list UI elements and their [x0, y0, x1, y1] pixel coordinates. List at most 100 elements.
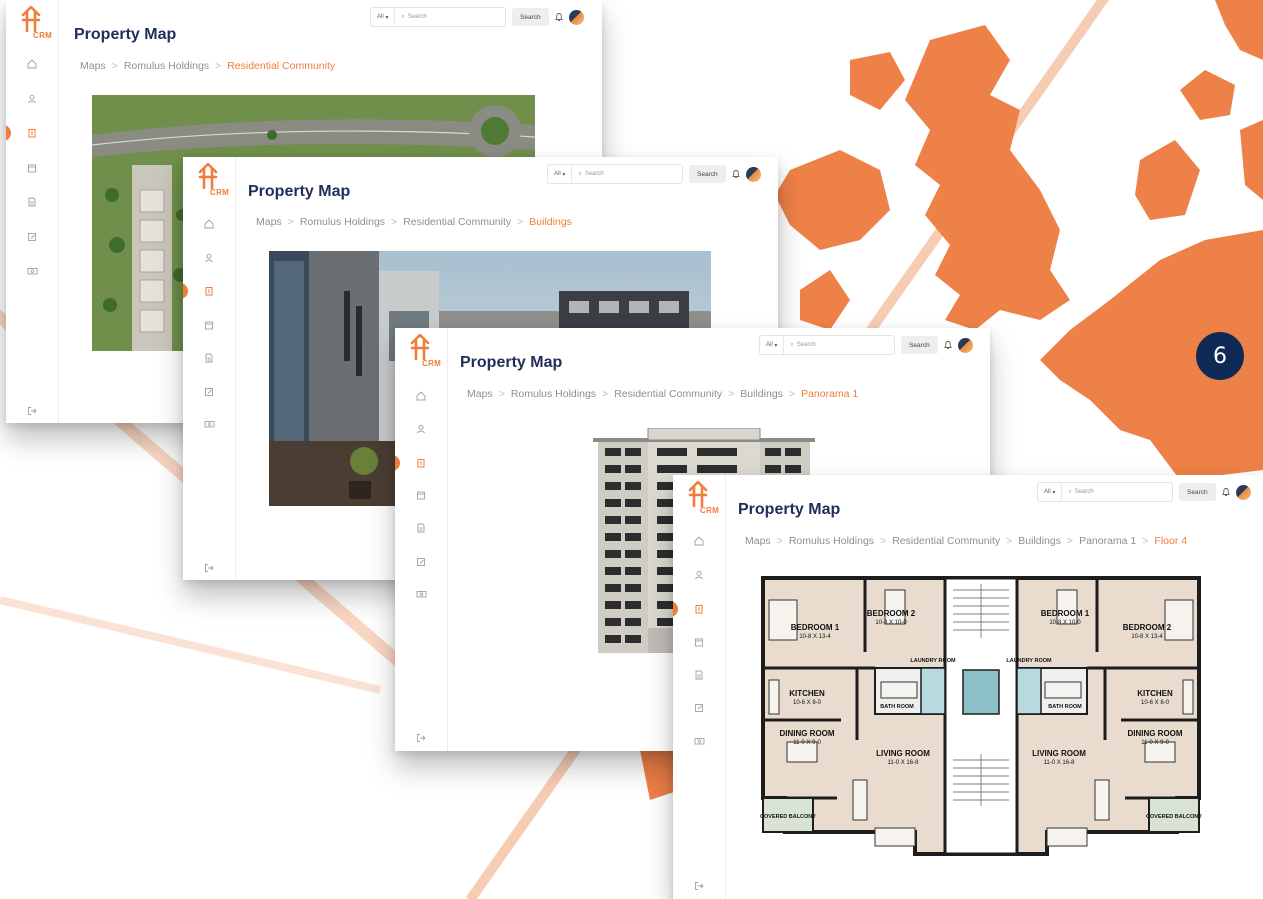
logout-icon[interactable]	[6, 402, 58, 420]
home-icon[interactable]	[673, 532, 725, 550]
page-title: Property Map	[74, 26, 177, 43]
calendar-icon[interactable]	[395, 486, 447, 504]
room-size: 10-8 X 13-4	[1131, 634, 1163, 640]
breadcrumb-item[interactable]: Residential Community	[403, 216, 511, 228]
logout-icon[interactable]	[395, 729, 447, 747]
page-title: Property Map	[460, 354, 563, 371]
building-icon[interactable]	[6, 124, 58, 142]
breadcrumb-item[interactable]: Romulus Holdings	[300, 216, 385, 228]
breadcrumb-item[interactable]: Maps	[80, 60, 106, 72]
sidebar: CRM	[183, 157, 236, 580]
logo-icon	[21, 6, 41, 32]
edit-icon[interactable]	[673, 699, 725, 717]
money-icon[interactable]	[183, 415, 235, 433]
room-label: LAUNDRY ROOM	[1006, 658, 1052, 664]
document-icon[interactable]	[673, 666, 725, 684]
filter-dropdown[interactable]: All ▾	[760, 336, 785, 354]
users-icon[interactable]	[6, 90, 58, 108]
search-button[interactable]: Search	[901, 336, 938, 354]
window-floor-plan: CRM Property Map Maps > Romulus Holdings > R…	[673, 475, 1263, 899]
logout-icon[interactable]	[183, 559, 235, 577]
home-icon[interactable]	[395, 387, 447, 405]
room-label: DINING ROOM	[779, 729, 834, 738]
search-field[interactable]: All ▾ ⌕ Search	[370, 7, 506, 27]
breadcrumb-item[interactable]: Romulus Holdings	[789, 535, 874, 547]
search-button[interactable]: Search	[512, 8, 549, 26]
logo-icon	[688, 481, 708, 507]
breadcrumb-item[interactable]: Maps	[745, 535, 771, 547]
home-icon[interactable]	[183, 215, 235, 233]
search-button[interactable]: Search	[689, 165, 726, 183]
calendar-icon[interactable]	[673, 633, 725, 651]
calendar-icon[interactable]	[183, 316, 235, 334]
breadcrumb-item[interactable]: Panorama 1	[1079, 535, 1136, 547]
users-icon[interactable]	[673, 566, 725, 584]
breadcrumb-current: Residential Community	[227, 60, 336, 72]
breadcrumb-item[interactable]: Maps	[467, 388, 493, 400]
building-icon[interactable]	[395, 454, 447, 472]
breadcrumb: Maps > Romulus Holdings > Residential Commun…	[745, 535, 1188, 547]
room-label: BATH ROOM	[880, 704, 914, 710]
floor-plan-image[interactable]: BEDROOM 1 BEDROOM 2 BEDROOM 1 BEDROOM 2 …	[757, 570, 1205, 858]
home-icon[interactable]	[6, 55, 58, 73]
room-size: 10-8 X 13-4	[799, 634, 831, 640]
filter-dropdown[interactable]: All ▾	[548, 165, 573, 183]
money-icon[interactable]	[6, 262, 58, 280]
room-size: 10-6 X 8-0	[793, 700, 822, 706]
search-field[interactable]: All ▾ ⌕ Search	[547, 164, 683, 184]
breadcrumb-item[interactable]: Residential Community	[614, 388, 722, 400]
logo-icon	[198, 163, 218, 189]
users-icon[interactable]	[183, 249, 235, 267]
logout-icon[interactable]	[673, 877, 725, 895]
calendar-icon[interactable]	[6, 159, 58, 177]
room-size: 11-0 X 9-0	[1141, 740, 1169, 746]
notification-bell-icon[interactable]	[1221, 487, 1230, 497]
breadcrumb-item[interactable]: Maps	[256, 216, 282, 228]
page-title: Property Map	[248, 183, 351, 200]
room-label: COVERED BALCONY	[1146, 814, 1202, 820]
room-label: BEDROOM 1	[1041, 609, 1090, 618]
search-field[interactable]: All ▾ ⌕ Search	[759, 335, 895, 355]
user-avatar[interactable]	[957, 337, 973, 353]
room-label: LAUNDRY ROOM	[910, 658, 956, 664]
users-icon[interactable]	[395, 420, 447, 438]
breadcrumb: Maps > Romulus Holdings > Residential Commun…	[467, 388, 859, 400]
user-avatar[interactable]	[1235, 484, 1251, 500]
room-label: BEDROOM 1	[791, 623, 840, 632]
breadcrumb: Maps > Romulus Holdings > Residential Commun…	[256, 216, 572, 228]
breadcrumb-item[interactable]: Buildings	[740, 388, 783, 400]
breadcrumb-item[interactable]: Romulus Holdings	[124, 60, 209, 72]
search-button[interactable]: Search	[1179, 483, 1216, 501]
edit-icon[interactable]	[183, 383, 235, 401]
building-icon[interactable]	[673, 600, 725, 618]
document-icon[interactable]	[6, 193, 58, 211]
breadcrumb-item[interactable]: Buildings	[1018, 535, 1061, 547]
money-icon[interactable]	[395, 585, 447, 603]
filter-dropdown[interactable]: All ▾	[1038, 483, 1063, 501]
user-avatar[interactable]	[745, 166, 761, 182]
room-size: 11-0 X 16-8	[1044, 760, 1076, 766]
sidebar: CRM	[673, 475, 726, 899]
crm-logo: CRM	[193, 163, 229, 201]
edit-icon[interactable]	[395, 553, 447, 571]
document-icon[interactable]	[395, 519, 447, 537]
page-title: Property Map	[738, 501, 841, 518]
logo-icon	[410, 334, 430, 360]
user-avatar[interactable]	[568, 9, 584, 25]
notification-bell-icon[interactable]	[943, 340, 952, 350]
notification-bell-icon[interactable]	[731, 169, 740, 179]
document-icon[interactable]	[183, 349, 235, 367]
notification-bell-icon[interactable]	[554, 12, 563, 22]
search-icon: ⌕	[790, 341, 794, 348]
search-field[interactable]: All ▾ ⌕ Search	[1037, 482, 1173, 502]
room-size: 11-0 X 16-8	[888, 760, 920, 766]
filter-dropdown[interactable]: All ▾	[371, 8, 396, 26]
building-icon[interactable]	[183, 282, 235, 300]
breadcrumb-item[interactable]: Residential Community	[892, 535, 1000, 547]
money-icon[interactable]	[673, 732, 725, 750]
top-toolbar: All ▾ ⌕ Search Search	[1037, 482, 1251, 502]
breadcrumb-item[interactable]: Romulus Holdings	[511, 388, 596, 400]
room-label: LIVING ROOM	[876, 749, 930, 758]
edit-icon[interactable]	[6, 228, 58, 246]
top-toolbar: All ▾ ⌕ Search Search	[759, 335, 973, 355]
